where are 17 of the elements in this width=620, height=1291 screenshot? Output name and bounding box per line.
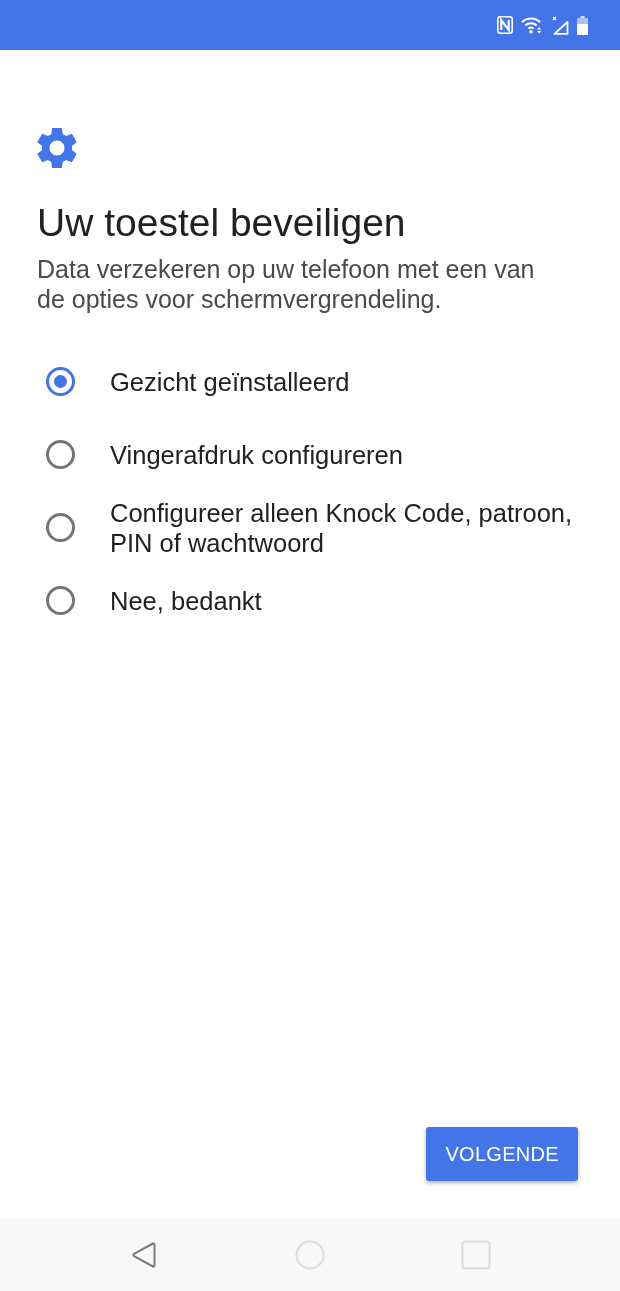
wifi-icon: [521, 16, 543, 34]
page-description: Data verzekeren op uw telefoon met een van de opties voor schermvergrendeling.: [37, 254, 536, 314]
page-title: Uw toestel beveiligen: [37, 200, 407, 246]
option-label: Gezicht geïnstalleerd: [110, 366, 350, 397]
settings-icon: [37, 128, 77, 168]
radio-button[interactable]: [46, 513, 75, 542]
radio-button[interactable]: [46, 440, 75, 469]
nfc-icon: [497, 16, 513, 34]
battery-icon: [577, 15, 588, 35]
radio-button[interactable]: [46, 586, 75, 615]
signal-icon: [551, 15, 569, 35]
option-label: Nee, bedankt: [110, 585, 262, 616]
option-label: Vingerafdruk configureren: [110, 439, 403, 470]
next-button[interactable]: VOLGENDE: [426, 1127, 578, 1181]
back-icon[interactable]: [129, 1239, 159, 1270]
option-label: Configureer alleen Knock Code, patroon, PIN of wachtwoord: [110, 497, 574, 558]
radio-button[interactable]: [46, 367, 75, 396]
